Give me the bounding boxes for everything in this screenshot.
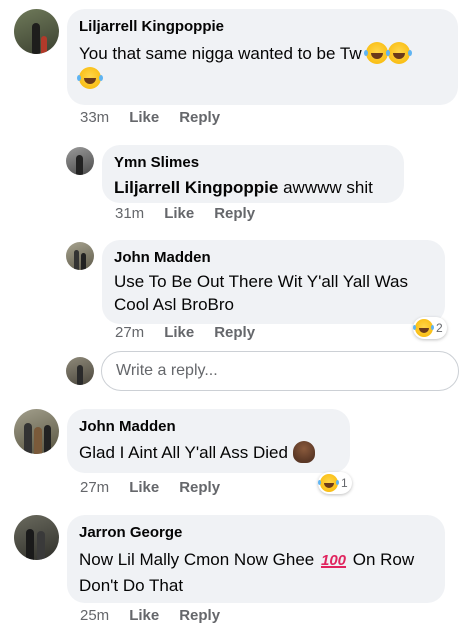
reaction-count: 2 xyxy=(436,321,443,335)
comment-bubble: Liljarrell Kingpoppie You that same nigg… xyxy=(67,9,458,105)
avatar[interactable] xyxy=(14,409,59,454)
comment-text: You that same nigga wanted to be Tw xyxy=(77,41,446,91)
reply-button[interactable]: Reply xyxy=(214,324,255,341)
comment-actions: 27m Like Reply xyxy=(80,478,240,498)
comment-actions: 27m Like Reply xyxy=(115,323,275,343)
comment-text: Now Lil Mally Cmon Now Ghee 100 On Row D… xyxy=(79,547,433,598)
laughing-emoji-icon xyxy=(413,319,433,337)
reaction-count: 1 xyxy=(341,476,348,490)
commenter-name[interactable]: John Madden xyxy=(79,417,338,437)
laughing-emoji-icon xyxy=(77,67,101,89)
comment-body: You that same nigga wanted to be Tw xyxy=(79,44,362,63)
reaction-summary[interactable]: 2 xyxy=(413,317,447,339)
comment-body: Use To Be Out There Wit Y'all Yall Was C… xyxy=(114,272,408,314)
laughing-emoji-icon xyxy=(386,42,411,64)
commenter-name[interactable]: Liljarrell Kingpoppie xyxy=(79,17,446,37)
reply-button[interactable]: Reply xyxy=(179,607,220,624)
reply-button[interactable]: Reply xyxy=(179,479,220,496)
comment-text: Liljarrell Kingpoppie awwww shit xyxy=(114,175,392,200)
laughing-emoji-icon xyxy=(318,474,338,492)
comment-bubble: Jarron George Now Lil Mally Cmon Now Ghe… xyxy=(67,515,445,603)
comment-bubble: John Madden Glad I Aint All Y'all Ass Di… xyxy=(67,409,350,473)
comment-body: Glad I Aint All Y'all Ass Died xyxy=(79,443,288,462)
timestamp[interactable]: 25m xyxy=(80,607,109,624)
person-emoji-icon xyxy=(292,441,315,463)
laughing-emoji-icon xyxy=(364,42,389,64)
timestamp[interactable]: 27m xyxy=(80,479,109,496)
comment-actions: 33m Like Reply xyxy=(80,108,240,128)
reply-button[interactable]: Reply xyxy=(214,205,255,222)
like-button[interactable]: Like xyxy=(129,479,159,496)
timestamp[interactable]: 33m xyxy=(80,109,109,126)
like-button[interactable]: Like xyxy=(129,109,159,126)
write-reply-input[interactable] xyxy=(101,351,459,391)
avatar[interactable] xyxy=(14,9,59,54)
reply-button[interactable]: Reply xyxy=(179,109,220,126)
reaction-summary[interactable]: 1 xyxy=(318,472,352,494)
comment-body: awwww shit xyxy=(278,178,373,197)
commenter-name[interactable]: Ymn Slimes xyxy=(114,153,392,173)
like-button[interactable]: Like xyxy=(164,205,194,222)
comment-bubble: John Madden Use To Be Out There Wit Y'al… xyxy=(102,240,445,324)
comment-actions: 25m Like Reply xyxy=(80,606,240,626)
commenter-name[interactable]: John Madden xyxy=(114,248,433,268)
commenter-name[interactable]: Jarron George xyxy=(79,523,433,543)
current-user-avatar xyxy=(66,357,94,385)
comment-body: Now Lil Mally Cmon Now Ghee xyxy=(79,550,315,569)
avatar[interactable] xyxy=(14,515,59,560)
avatar[interactable] xyxy=(66,147,94,175)
like-button[interactable]: Like xyxy=(164,324,194,341)
hundred-emoji-icon: 100 xyxy=(320,552,347,569)
mention-link[interactable]: Liljarrell Kingpoppie xyxy=(114,178,278,197)
like-button[interactable]: Like xyxy=(129,607,159,624)
avatar[interactable] xyxy=(66,242,94,270)
comment-actions: 31m Like Reply xyxy=(115,204,275,224)
comment-text: Glad I Aint All Y'all Ass Died xyxy=(79,440,338,465)
comment-bubble: Ymn Slimes Liljarrell Kingpoppie awwww s… xyxy=(102,145,404,203)
timestamp[interactable]: 27m xyxy=(115,324,144,341)
timestamp[interactable]: 31m xyxy=(115,205,144,222)
